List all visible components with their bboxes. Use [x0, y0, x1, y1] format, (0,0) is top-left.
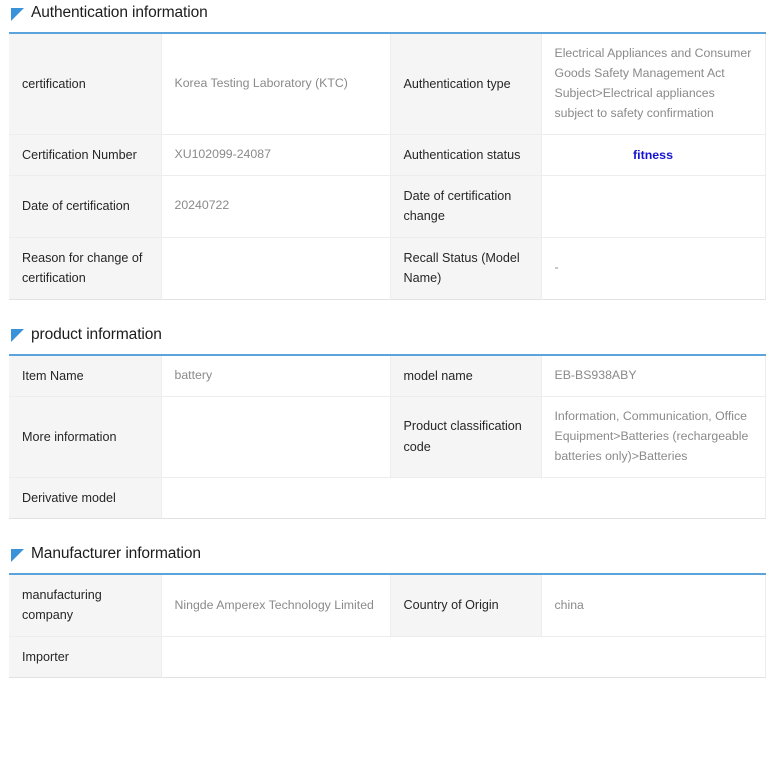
- row-label-authentication-status: Authentication status: [390, 134, 541, 175]
- row-value-authentication-status: fitness: [541, 134, 765, 175]
- flag-icon: [11, 329, 24, 342]
- flag-icon: [11, 549, 24, 562]
- table-row: Reason for change of certification Recal…: [9, 237, 765, 299]
- section-manufacturer-information: Manufacturer information manufacturing c…: [9, 541, 765, 678]
- section-header: Manufacturer information: [9, 541, 765, 567]
- row-value-authentication-type: Electrical Appliances and Consumer Goods…: [541, 33, 765, 134]
- row-label-date-of-certification: Date of certification: [9, 176, 161, 238]
- row-label-derivative-model: Derivative model: [9, 477, 161, 518]
- table-row: Importer: [9, 636, 765, 677]
- row-value-certification-number: XU102099-24087: [161, 134, 390, 175]
- table-row: More information Product classification …: [9, 396, 765, 477]
- table-row: manufacturing company Ningde Amperex Tec…: [9, 574, 765, 636]
- section-authentication-information: Authentication information certification…: [9, 0, 765, 300]
- row-value-certification: Korea Testing Laboratory (KTC): [161, 33, 390, 134]
- row-value-manufacturing-company: Ningde Amperex Technology Limited: [161, 574, 390, 636]
- flag-icon: [11, 8, 24, 21]
- row-label-manufacturing-company: manufacturing company: [9, 574, 161, 636]
- section-product-information: product information Item Name battery mo…: [9, 322, 765, 520]
- section-title: product information: [31, 327, 162, 343]
- table-row: Certification Number XU102099-24087 Auth…: [9, 134, 765, 175]
- row-value-more-information: [161, 396, 390, 477]
- row-value-recall-status: -: [541, 237, 765, 299]
- row-label-reason-for-change: Reason for change of certification: [9, 237, 161, 299]
- status-badge: fitness: [555, 145, 752, 165]
- row-label-country-of-origin: Country of Origin: [390, 574, 541, 636]
- row-value-model-name: EB-BS938ABY: [541, 355, 765, 397]
- row-label-authentication-type: Authentication type: [390, 33, 541, 134]
- row-label-importer: Importer: [9, 636, 161, 677]
- row-label-date-of-certification-change: Date of certification change: [390, 176, 541, 238]
- row-value-country-of-origin: china: [541, 574, 765, 636]
- section-header: product information: [9, 322, 765, 348]
- authentication-information-table: certification Korea Testing Laboratory (…: [9, 32, 766, 300]
- table-row: Derivative model: [9, 477, 765, 518]
- product-information-table: Item Name battery model name EB-BS938ABY…: [9, 354, 766, 520]
- row-value-item-name: battery: [161, 355, 390, 397]
- manufacturer-information-table: manufacturing company Ningde Amperex Tec…: [9, 573, 766, 678]
- section-title: Manufacturer information: [31, 546, 201, 562]
- row-value-date-of-certification-change: [541, 176, 765, 238]
- certification-detail-page: Authentication information certification…: [0, 0, 778, 678]
- section-header: Authentication information: [9, 0, 765, 26]
- row-label-certification: certification: [9, 33, 161, 134]
- table-row: Item Name battery model name EB-BS938ABY: [9, 355, 765, 397]
- row-label-product-classification-code: Product classification code: [390, 396, 541, 477]
- row-label-model-name: model name: [390, 355, 541, 397]
- table-row: Date of certification 20240722 Date of c…: [9, 176, 765, 238]
- row-value-importer: [161, 636, 765, 677]
- row-label-certification-number: Certification Number: [9, 134, 161, 175]
- row-label-recall-status: Recall Status (Model Name): [390, 237, 541, 299]
- row-label-item-name: Item Name: [9, 355, 161, 397]
- table-row: certification Korea Testing Laboratory (…: [9, 33, 765, 134]
- section-title: Authentication information: [31, 5, 208, 21]
- row-value-derivative-model: [161, 477, 765, 518]
- row-label-more-information: More information: [9, 396, 161, 477]
- row-value-date-of-certification: 20240722: [161, 176, 390, 238]
- row-value-reason-for-change: [161, 237, 390, 299]
- row-value-product-classification-code: Information, Communication, Office Equip…: [541, 396, 765, 477]
